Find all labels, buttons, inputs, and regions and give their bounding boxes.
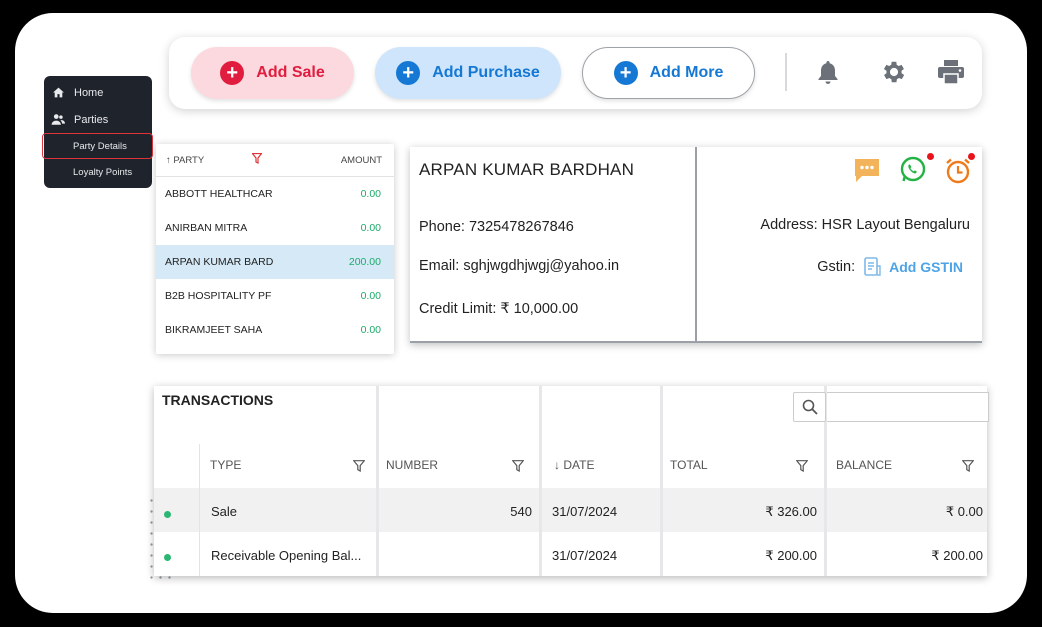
document-icon xyxy=(863,257,881,277)
party-phone: Phone: 7325478267846 xyxy=(419,219,574,235)
gstin-row: Gstin: Add GSTIN xyxy=(817,257,963,277)
sidebar-item-loyalty-points[interactable]: Loyalty Points xyxy=(44,159,152,185)
party-list-header: ↑ PARTY AMOUNT xyxy=(156,144,394,177)
date-column-header[interactable]: ↓ DATE xyxy=(554,458,594,472)
home-icon xyxy=(51,86,65,100)
filter-icon[interactable] xyxy=(795,459,809,477)
filter-icon[interactable] xyxy=(961,459,975,477)
party-row[interactable]: ABBOTT HEALTHCAR 0.00 xyxy=(156,177,394,211)
amount-column-header: AMOUNT xyxy=(340,154,382,166)
whatsapp-icon[interactable] xyxy=(898,155,928,185)
transactions-title: TRANSACTIONS xyxy=(162,392,274,408)
column-divider xyxy=(660,386,663,576)
party-column-header[interactable]: ↑ PARTY xyxy=(166,155,204,166)
party-credit-limit: Credit Limit: ₹ 10,000.00 xyxy=(419,301,579,317)
party-row-selected[interactable]: ARPAN KUMAR BARD 200.00 xyxy=(156,245,394,279)
type-cell: Receivable Opening Bal... xyxy=(211,548,362,563)
party-row[interactable]: ANIRBAN MITRA 0.00 xyxy=(156,211,394,245)
card-divider xyxy=(695,147,697,343)
total-cell: ₹ 200.00 xyxy=(765,548,817,563)
bell-icon[interactable] xyxy=(813,57,843,87)
party-address: Address: HSR Layout Bengaluru xyxy=(760,217,970,233)
party-email: Email: sghjwgdhjwgj@yahoo.in xyxy=(419,258,620,274)
printer-icon[interactable] xyxy=(936,57,966,87)
card-bottom-border xyxy=(410,341,982,343)
gear-icon[interactable] xyxy=(879,57,909,87)
add-more-label: Add More xyxy=(649,64,724,81)
add-sale-button[interactable]: + Add Sale xyxy=(191,47,354,99)
top-toolbar: + Add Sale + Add Purchase + Add More xyxy=(169,37,982,109)
filter-icon[interactable] xyxy=(352,459,366,477)
party-detail-card: ARPAN KUMAR BARDHAN Phone: 7325478267846… xyxy=(410,147,982,343)
plus-icon: + xyxy=(220,61,245,85)
date-cell: 31/07/2024 xyxy=(552,548,618,563)
plus-icon: + xyxy=(396,61,421,85)
type-cell: Sale xyxy=(211,504,238,519)
column-divider xyxy=(199,444,200,576)
transactions-panel: TRANSACTIONS TYPE NUMBER ↓ DATE TOTAL BA… xyxy=(154,386,989,576)
number-cell: 540 xyxy=(510,504,532,519)
message-icon[interactable] xyxy=(852,155,882,185)
sidebar-item-party-details[interactable]: Party Details xyxy=(42,133,153,159)
search-button[interactable] xyxy=(793,392,826,422)
notification-dot xyxy=(927,153,934,160)
gstin-label: Gstin: xyxy=(817,259,856,275)
sidebar-item-label: Party Details xyxy=(73,140,127,152)
users-icon xyxy=(51,113,65,127)
add-purchase-button[interactable]: + Add Purchase xyxy=(375,47,561,99)
party-row[interactable]: B2B HOSPITALITY PF 0.00 xyxy=(156,279,394,313)
add-more-button[interactable]: + Add More xyxy=(582,47,755,99)
toolbar-divider xyxy=(785,53,787,91)
sidebar-item-parties[interactable]: Parties xyxy=(44,106,152,133)
filter-icon[interactable] xyxy=(511,459,525,477)
date-cell: 31/07/2024 xyxy=(552,504,618,519)
party-row[interactable]: BIKRAMJEET SAHA 0.00 xyxy=(156,313,394,347)
add-purchase-label: Add Purchase xyxy=(432,64,540,81)
total-cell: ₹ 326.00 xyxy=(765,504,817,519)
sidebar: Home Parties Party Details Loyalty Point… xyxy=(42,76,153,188)
status-dot xyxy=(164,554,171,561)
add-sale-label: Add Sale xyxy=(256,64,325,81)
sidebar-item-label: Loyalty Points xyxy=(73,166,133,178)
type-column-header[interactable]: TYPE xyxy=(210,458,241,472)
status-dot xyxy=(164,511,171,518)
sidebar-item-label: Parties xyxy=(74,113,109,126)
balance-column-header[interactable]: BALANCE xyxy=(836,458,892,472)
notification-dot xyxy=(968,153,975,160)
sort-down-icon: ↓ xyxy=(554,458,560,472)
add-gstin-link[interactable]: Add GSTIN xyxy=(889,259,963,275)
column-divider xyxy=(376,386,379,576)
number-column-header[interactable]: NUMBER xyxy=(386,458,438,472)
party-name: ARPAN KUMAR BARDHAN xyxy=(419,160,635,179)
total-column-header[interactable]: TOTAL xyxy=(670,458,708,472)
search-icon xyxy=(802,399,818,415)
balance-cell: ₹ 0.00 xyxy=(945,504,983,519)
column-divider xyxy=(539,386,542,576)
sidebar-item-label: Home xyxy=(74,86,104,99)
search-input[interactable] xyxy=(827,392,989,422)
filter-icon[interactable] xyxy=(251,152,263,167)
alarm-icon[interactable] xyxy=(943,156,973,186)
party-list: ↑ PARTY AMOUNT ABBOTT HEALTHCAR 0.00 ANI… xyxy=(156,144,394,354)
balance-cell: ₹ 200.00 xyxy=(931,548,983,563)
plus-icon: + xyxy=(613,61,638,85)
sort-up-icon: ↑ xyxy=(166,154,171,166)
sidebar-item-home[interactable]: Home xyxy=(44,79,152,106)
